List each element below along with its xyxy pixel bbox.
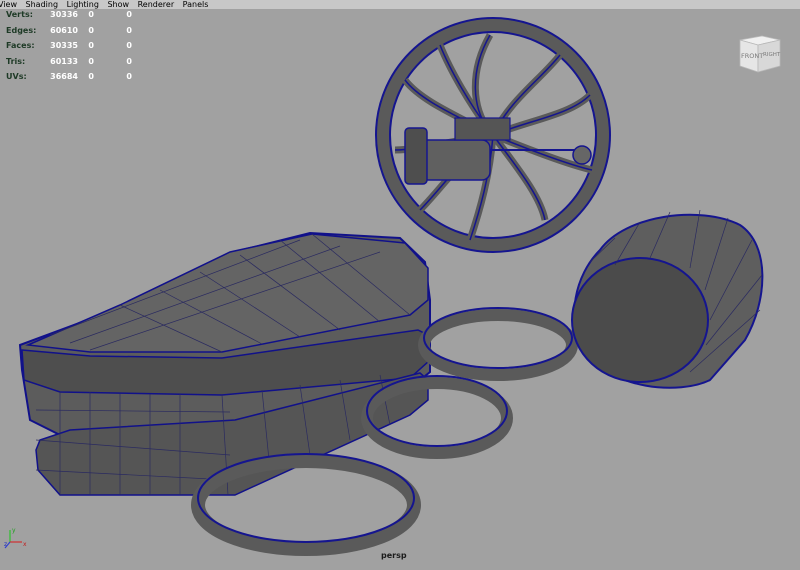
menu-shading[interactable]: Shading	[26, 0, 59, 9]
panel-menubar: View Shading Lighting Show Renderer Pane…	[0, 0, 800, 9]
axis-gizmo: y x z	[4, 527, 27, 549]
menu-renderer[interactable]: Renderer	[138, 0, 175, 9]
axis-y-label: y	[12, 527, 16, 534]
hud-value: 30335	[50, 41, 78, 50]
hud-label: Faces:	[6, 41, 35, 50]
hud-value: 0	[88, 10, 94, 19]
ring-mesh-1[interactable]	[191, 453, 421, 556]
hud-label: Tris:	[6, 56, 26, 66]
hud-value: 30336	[50, 10, 78, 19]
hud-value: 0	[88, 72, 94, 81]
coffin-mesh[interactable]	[18, 231, 431, 496]
hud-value: 0	[126, 72, 132, 81]
hud-value: 0	[88, 25, 94, 35]
axis-z-label: z	[4, 541, 7, 548]
turbine-mesh[interactable]	[375, 17, 611, 253]
hud-value: 0	[126, 56, 132, 66]
scene-canvas[interactable]	[0, 0, 800, 570]
hud-value: 0	[88, 41, 94, 50]
axis-x-label: x	[23, 541, 27, 548]
hud-value: 0	[88, 56, 94, 66]
ring-mesh-3[interactable]	[418, 307, 578, 381]
hud-value: 60133	[50, 56, 78, 66]
hud-value: 60610	[50, 25, 78, 35]
hud-label: Verts:	[6, 10, 33, 19]
hud-value: 0	[126, 25, 132, 35]
cylinder-mesh[interactable]	[571, 209, 764, 389]
hud-value: 0	[126, 10, 132, 19]
camera-name-label: persp	[381, 551, 407, 560]
menu-lighting[interactable]: Lighting	[67, 0, 99, 9]
viewcube[interactable]: FRONT RIGHT	[736, 28, 784, 76]
hud-label: UVs:	[6, 72, 27, 81]
hud-label: Edges:	[6, 25, 37, 35]
hud-value: 0	[126, 41, 132, 50]
menu-show[interactable]: Show	[107, 0, 129, 9]
viewcube-front-label[interactable]: FRONT	[741, 52, 763, 60]
perspective-viewport[interactable]: View Shading Lighting Show Renderer Pane…	[0, 0, 800, 570]
viewcube-right-label[interactable]: RIGHT	[763, 52, 781, 58]
menu-view[interactable]: View	[0, 0, 17, 9]
menu-panels[interactable]: Panels	[183, 0, 209, 9]
hud-value: 36684	[50, 72, 78, 81]
